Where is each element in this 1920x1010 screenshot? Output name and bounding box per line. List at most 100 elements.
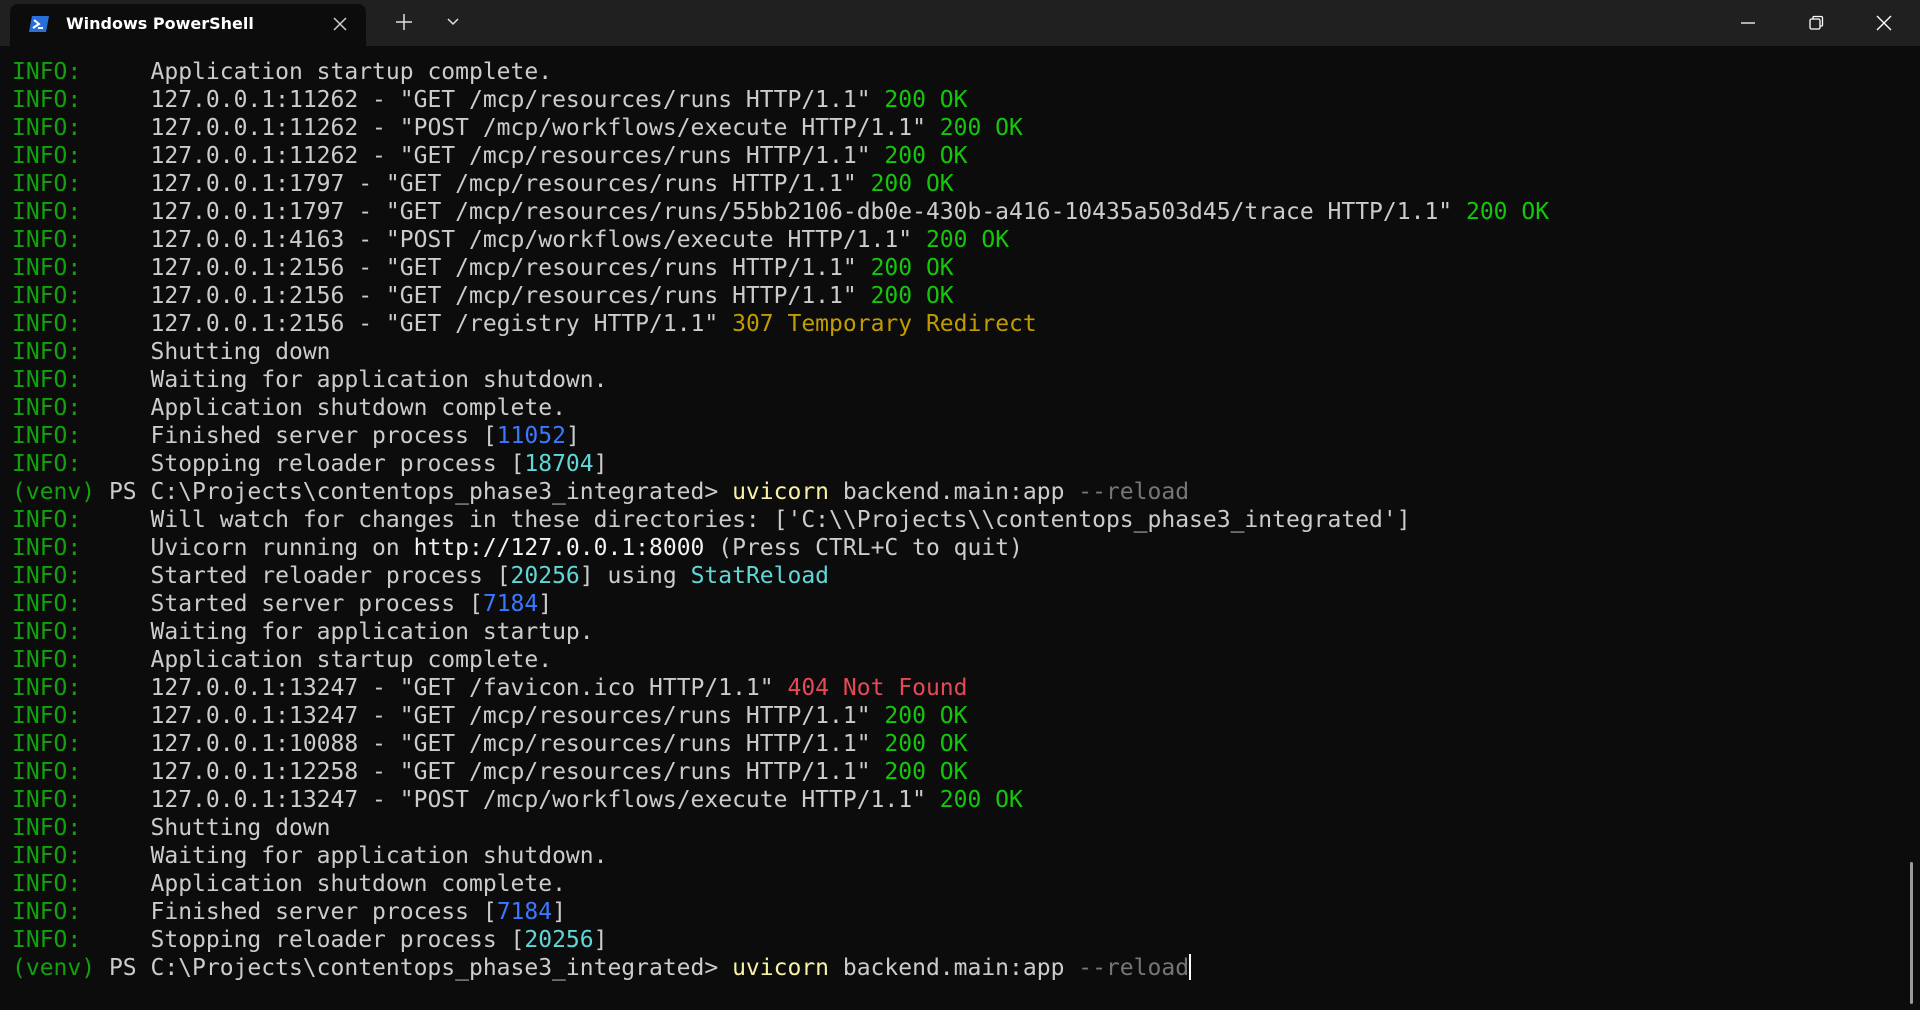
request-line: 127.0.0.1:13247 - "POST /mcp/workflows/e… [150,787,940,813]
plus-icon[interactable] [394,12,414,32]
log-message: Uvicorn running on [150,535,414,561]
scrollbar[interactable] [1910,862,1913,1004]
request-line: 127.0.0.1:4163 - "POST /mcp/workflows/ex… [150,227,926,253]
log-message: Stopping reloader process [ [150,451,525,477]
restore-icon [1809,15,1824,30]
log-message: Application shutdown complete. [150,871,566,897]
log-level: INFO: [12,339,82,365]
log-message: Waiting for application shutdown. [150,843,608,869]
log-level: INFO: [12,59,82,85]
log-level: INFO: [12,451,82,477]
log-line: INFO: 127.0.0.1:13247 - "GET /mcp/resour… [12,702,1892,730]
close-window-button[interactable] [1850,0,1918,46]
log-message: ] using [579,563,691,589]
log-level: INFO: [12,563,82,589]
bracket: ] [538,591,553,617]
log-level: INFO: [12,535,82,561]
log-level: INFO: [12,367,82,393]
close-icon [1876,15,1892,31]
venv-indicator: (venv) [12,955,96,981]
request-line: 127.0.0.1:12258 - "GET /mcp/resources/ru… [150,759,885,785]
log-level: INFO: [12,787,82,813]
log-level: INFO: [12,759,82,785]
log-message: Application startup complete. [150,59,553,85]
request-line: 127.0.0.1:11262 - "GET /mcp/resources/ru… [150,87,885,113]
log-message: Waiting for application shutdown. [150,367,608,393]
log-level: INFO: [12,647,82,673]
log-line: INFO: 127.0.0.1:12258 - "GET /mcp/resour… [12,758,1892,786]
request-line: 127.0.0.1:13247 - "GET /favicon.ico HTTP… [150,675,788,701]
reload-tool: StatReload [690,563,830,589]
tab-windows-powershell[interactable]: Windows PowerShell [10,4,366,46]
http-status: 200 OK [870,283,954,309]
log-level: INFO: [12,311,82,337]
log-level: INFO: [12,143,82,169]
bracket: ] [552,899,566,925]
log-message: Finished server process [ [150,423,497,449]
http-status: 404 Not Found [787,675,968,701]
command-argument: backend.main:app [829,479,1079,505]
http-status: 200 OK [870,171,954,197]
request-line: 127.0.0.1:1797 - "GET /mcp/resources/run… [150,199,1466,225]
log-line: INFO: Application shutdown complete. [12,394,1892,422]
prompt-line: (venv) PS C:\Projects\contentops_phase3_… [12,478,1892,506]
log-message: Application shutdown complete. [150,395,566,421]
minimize-button[interactable] [1714,0,1782,46]
log-message: Shutting down [150,815,331,841]
prompt-path: PS C:\Projects\contentops_phase3_integra… [95,479,733,505]
log-line: INFO: Uvicorn running on http://127.0.0.… [12,534,1892,562]
process-id: 7184 [482,591,539,617]
process-id: 7184 [496,899,553,925]
log-level: INFO: [12,395,82,421]
title-bar[interactable]: Windows PowerShell [0,0,1920,46]
log-line: INFO: 127.0.0.1:4163 - "POST /mcp/workfl… [12,226,1892,254]
log-level: INFO: [12,199,82,225]
chevron-down-icon[interactable] [443,12,463,32]
log-level: INFO: [12,927,82,953]
log-line: INFO: 127.0.0.1:11262 - "GET /mcp/resour… [12,142,1892,170]
terminal-output[interactable]: INFO: Application startup complete. INFO:… [12,58,1892,998]
prompt-path: PS C:\Projects\contentops_phase3_integra… [95,955,733,981]
prompt-line: (venv) PS C:\Projects\contentops_phase3_… [12,954,1892,982]
log-line: INFO: 127.0.0.1:13247 - "GET /favicon.ic… [12,674,1892,702]
log-line: INFO: Waiting for application shutdown. [12,366,1892,394]
process-id: 11052 [496,423,566,449]
text-cursor [1189,954,1192,980]
log-level: INFO: [12,255,82,281]
log-level: INFO: [12,899,82,925]
bracket: ] [565,423,580,449]
minimize-icon [1741,22,1755,24]
server-url: http://127.0.0.1:8000 [413,535,705,561]
http-status: 200 OK [884,731,968,757]
restore-button[interactable] [1782,0,1850,46]
log-line: INFO: 127.0.0.1:1797 - "GET /mcp/resourc… [12,170,1892,198]
request-line: 127.0.0.1:2156 - "GET /registry HTTP/1.1… [150,311,733,337]
log-line: INFO: Stopping reloader process [20256] [12,926,1892,954]
log-message: Finished server process [ [150,899,497,925]
powershell-window: Windows PowerShell INFO: Application sta… [0,0,1920,1010]
log-line: INFO: Application startup complete. [12,58,1892,86]
log-line: INFO: Application shutdown complete. [12,870,1892,898]
log-line: INFO: 127.0.0.1:2156 - "GET /registry HT… [12,310,1892,338]
bracket: ] [593,451,608,477]
log-line: INFO: Finished server process [7184] [12,898,1892,926]
http-status: 200 OK [884,703,968,729]
log-line: INFO: 127.0.0.1:10088 - "GET /mcp/resour… [12,730,1892,758]
log-level: INFO: [12,87,82,113]
request-line: 127.0.0.1:2156 - "GET /mcp/resources/run… [150,283,871,309]
log-level: INFO: [12,227,82,253]
log-level: INFO: [12,871,82,897]
close-icon[interactable] [330,14,350,34]
http-status: 307 Temporary Redirect [732,311,1037,337]
request-line: 127.0.0.1:11262 - "GET /mcp/resources/ru… [150,143,885,169]
command-flag: --reload [1078,479,1190,505]
request-line: 127.0.0.1:11262 - "POST /mcp/workflows/e… [150,115,940,141]
http-status: 200 OK [884,87,968,113]
request-line: 127.0.0.1:1797 - "GET /mcp/resources/run… [150,171,871,197]
log-line: INFO: Finished server process [11052] [12,422,1892,450]
log-level: INFO: [12,731,82,757]
log-line: INFO: Application startup complete. [12,646,1892,674]
log-line: INFO: 127.0.0.1:11262 - "POST /mcp/workf… [12,114,1892,142]
log-line: INFO: Shutting down [12,338,1892,366]
venv-indicator: (venv) [12,479,96,505]
